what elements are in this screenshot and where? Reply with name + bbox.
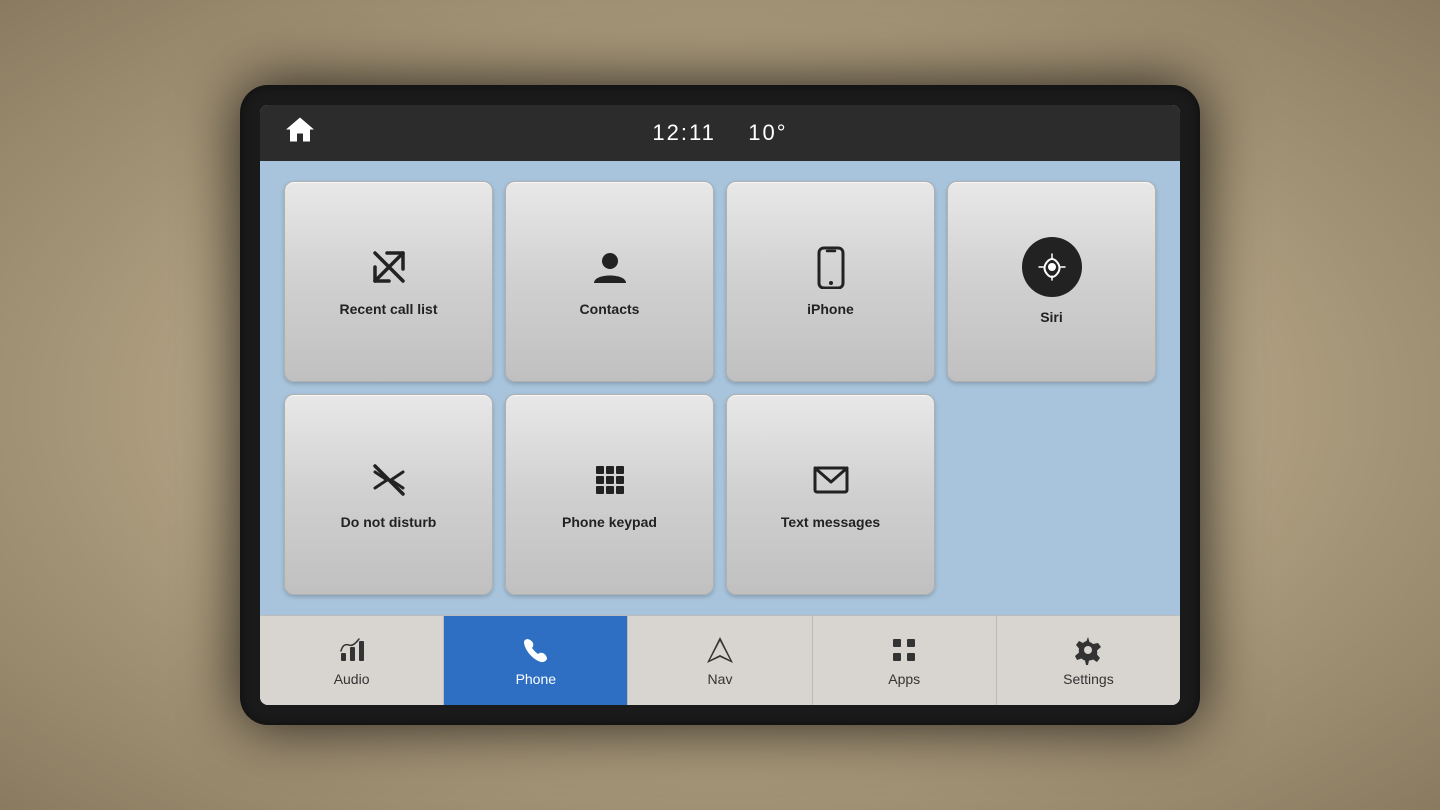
messages-icon: [809, 458, 853, 502]
contacts-label: Contacts: [580, 301, 640, 318]
siri-icon: [1022, 237, 1082, 297]
apps-icon: [889, 635, 919, 665]
nav-bar: Audio Phone Nav: [260, 615, 1180, 705]
nav-icon: [705, 635, 735, 665]
settings-label: Settings: [1063, 671, 1114, 687]
iphone-label: iPhone: [807, 301, 854, 318]
iphone-button[interactable]: iPhone: [726, 181, 935, 382]
music-icon: [337, 635, 367, 665]
top-bar: 12:11 10°: [260, 105, 1180, 161]
contacts-icon: [588, 245, 632, 289]
phone-label: Phone: [516, 671, 556, 687]
infotainment-screen: 12:11 10° Recent call list: [260, 105, 1180, 705]
text-messages-button[interactable]: Text messages: [726, 394, 935, 595]
do-not-disturb-button[interactable]: Do not disturb: [284, 394, 493, 595]
apps-label: Apps: [888, 671, 920, 687]
recent-calls-icon: [367, 245, 411, 289]
phone-keypad-label: Phone keypad: [562, 514, 657, 531]
recent-call-list-button[interactable]: Recent call list: [284, 181, 493, 382]
do-not-disturb-label: Do not disturb: [341, 514, 437, 531]
siri-button[interactable]: Siri: [947, 181, 1156, 382]
phone-nav-icon: [521, 635, 551, 665]
nav-settings[interactable]: Settings: [997, 616, 1180, 705]
do-not-disturb-icon: [367, 458, 411, 502]
contacts-button[interactable]: Contacts: [505, 181, 714, 382]
recent-call-list-label: Recent call list: [339, 301, 437, 318]
siri-label: Siri: [1040, 309, 1063, 326]
main-grid: Recent call list Contacts iPhone: [260, 161, 1180, 615]
iphone-icon: [809, 245, 853, 289]
text-messages-label: Text messages: [781, 514, 880, 531]
audio-label: Audio: [334, 671, 370, 687]
nav-phone[interactable]: Phone: [444, 616, 628, 705]
nav-label: Nav: [708, 671, 733, 687]
nav-navigation[interactable]: Nav: [628, 616, 812, 705]
nav-audio[interactable]: Audio: [260, 616, 444, 705]
screen-bezel: 12:11 10° Recent call list: [240, 85, 1200, 725]
clock: 12:11: [652, 120, 715, 145]
home-button[interactable]: [284, 114, 316, 153]
settings-icon: [1073, 635, 1103, 665]
empty-slot: [947, 394, 1156, 595]
keypad-icon: [588, 458, 632, 502]
time-temperature-display: 12:11 10°: [652, 120, 787, 146]
phone-keypad-button[interactable]: Phone keypad: [505, 394, 714, 595]
temperature: 10°: [748, 120, 787, 145]
nav-apps[interactable]: Apps: [813, 616, 997, 705]
